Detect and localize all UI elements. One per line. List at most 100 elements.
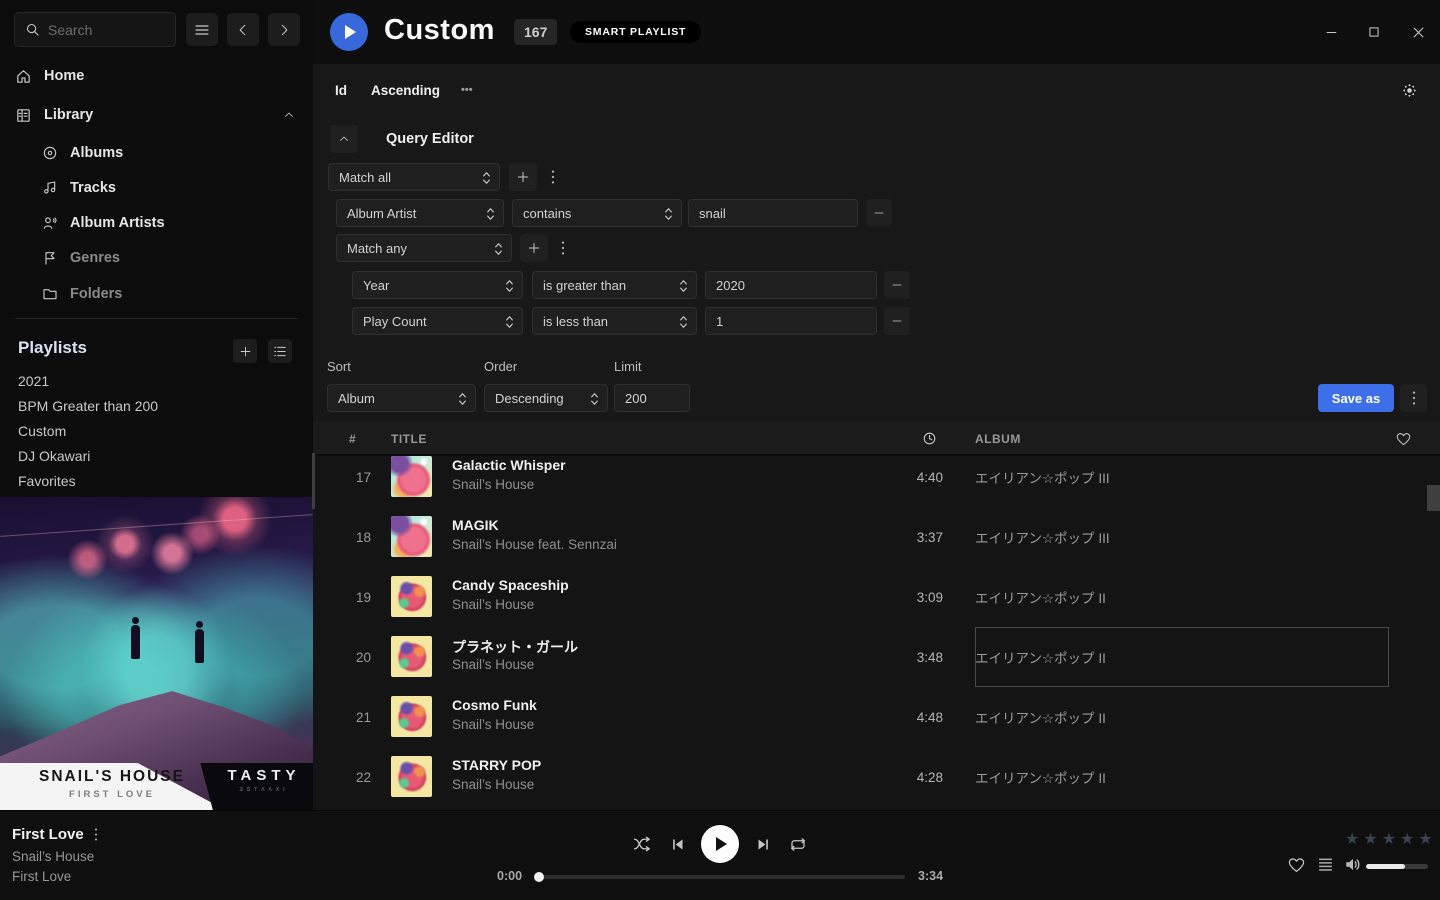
playlist-item-custom[interactable]: Custom: [18, 423, 66, 439]
play-playlist-button[interactable]: [330, 13, 368, 51]
playlist-item-dj-okawari[interactable]: DJ Okawari: [18, 448, 90, 464]
sidebar-item-album-artists[interactable]: Album Artists: [0, 206, 313, 240]
sidebar-scrollbar-thumb[interactable]: [312, 453, 315, 509]
table-row[interactable]: 21 Cosmo Funk Snail’s House 4:48 エイリアン☆ポ…: [313, 687, 1440, 747]
track-artist[interactable]: Snail’s House feat. Sennzai: [452, 537, 617, 552]
track-album[interactable]: エイリアン☆ポップ II: [975, 687, 1389, 747]
add-group-rule-button[interactable]: [520, 234, 548, 262]
window-minimize-button[interactable]: [1316, 17, 1346, 47]
rule1-field-select[interactable]: Album Artist: [336, 199, 504, 227]
now-playing-title[interactable]: First Love: [12, 826, 84, 843]
rule3-operator-select[interactable]: is less than: [532, 307, 697, 335]
sidebar-item-folders[interactable]: Folders: [0, 277, 313, 311]
more-options-button[interactable]: •••: [461, 64, 473, 116]
rule3-field-select[interactable]: Play Count: [352, 307, 523, 335]
window-close-button[interactable]: [1403, 17, 1433, 47]
table-scrollbar-thumb[interactable]: [1427, 485, 1440, 511]
column-header-duration[interactable]: [922, 421, 937, 456]
rule2-operator-select[interactable]: is greater than: [532, 271, 697, 299]
track-title[interactable]: Cosmo Funk: [452, 697, 537, 713]
group-menu-button[interactable]: [553, 234, 573, 262]
rule3-value-input[interactable]: 1: [705, 307, 877, 335]
table-row[interactable]: 22 STARRY POP Snail’s House 4:28 エイリアン☆ポ…: [313, 747, 1440, 807]
dots-vertical-icon[interactable]: [94, 827, 98, 842]
track-title[interactable]: MAGIK: [452, 517, 499, 533]
sidebar-item-home[interactable]: Home: [0, 59, 313, 93]
track-title[interactable]: Candy Spaceship: [452, 577, 569, 593]
mute-button[interactable]: [1344, 856, 1362, 873]
next-track-button[interactable]: [749, 830, 777, 858]
match-any-select[interactable]: Match any: [336, 234, 512, 262]
order-select[interactable]: Descending: [484, 384, 608, 412]
now-playing-artist[interactable]: Snail’s House: [12, 849, 94, 864]
table-row[interactable]: 17 Galactic Whisper Snail’s House 4:40 エ…: [313, 447, 1440, 507]
queue-button[interactable]: [1317, 857, 1334, 873]
previous-track-button[interactable]: [663, 830, 691, 858]
rule-group-menu-button[interactable]: [543, 163, 563, 191]
rule2-field-select[interactable]: Year: [352, 271, 523, 299]
menu-button[interactable]: [186, 13, 218, 46]
match-all-select[interactable]: Match all: [328, 163, 500, 191]
sidebar-item-library[interactable]: Library: [0, 98, 313, 132]
rule1-operator-select[interactable]: contains: [512, 199, 682, 227]
track-artist[interactable]: Snail’s House: [452, 597, 534, 612]
sidebar-item-albums[interactable]: Albums: [0, 136, 313, 170]
playlist-item-bpm[interactable]: BPM Greater than 200: [18, 398, 158, 414]
search-input[interactable]: Search: [14, 12, 176, 47]
track-album[interactable]: エイリアン☆ポップ III: [975, 447, 1389, 507]
track-artist[interactable]: Snail’s House: [452, 477, 534, 492]
playlist-list-options-button[interactable]: [268, 339, 292, 363]
window-maximize-button[interactable]: [1359, 17, 1389, 47]
table-row[interactable]: 18 MAGIK Snail’s House feat. Sennzai 3:3…: [313, 507, 1440, 567]
column-header-album[interactable]: ALBUM: [975, 421, 1021, 456]
rule1-remove-button[interactable]: [866, 199, 892, 227]
track-artist[interactable]: Snail’s House: [452, 717, 534, 732]
rule3-remove-button[interactable]: [884, 307, 910, 335]
track-title[interactable]: STARRY POP: [452, 757, 541, 773]
table-row[interactable]: 19 Candy Spaceship Snail’s House 3:09 エイ…: [313, 567, 1440, 627]
playlist-item-favorites[interactable]: Favorites: [18, 473, 76, 489]
sort-order-button[interactable]: Ascending: [371, 64, 440, 116]
track-album[interactable]: エイリアン☆ポップ II: [975, 747, 1389, 807]
now-playing-album[interactable]: First Love: [12, 869, 71, 884]
save-as-button[interactable]: Save as: [1318, 384, 1394, 412]
query-editor-collapse-button[interactable]: [330, 125, 358, 153]
sidebar-item-genres[interactable]: Genres: [0, 241, 313, 275]
repeat-button[interactable]: [784, 830, 812, 858]
play-pause-button[interactable]: [701, 825, 739, 863]
sort-field-button[interactable]: Id: [335, 64, 347, 116]
rating-stars[interactable]: ★★★★★: [1345, 829, 1437, 848]
seek-knob[interactable]: [534, 872, 544, 882]
playlist-item-2021[interactable]: 2021: [18, 373, 49, 389]
volume-slider[interactable]: [1366, 864, 1428, 869]
add-rule-button[interactable]: [509, 163, 537, 191]
track-album[interactable]: エイリアン☆ポップ II: [975, 567, 1389, 627]
column-header-favorite[interactable]: [1396, 421, 1411, 456]
track-title[interactable]: Galactic Whisper: [452, 457, 566, 473]
shuffle-button[interactable]: [628, 830, 656, 858]
settings-button[interactable]: [1401, 82, 1418, 99]
seek-bar[interactable]: [535, 875, 905, 879]
sidebar-item-tracks[interactable]: Tracks: [0, 171, 313, 205]
track-artist[interactable]: Snail’s House: [452, 657, 534, 672]
nav-forward-button[interactable]: [268, 13, 300, 46]
nav-back-button[interactable]: [227, 13, 259, 46]
rule1-value-input[interactable]: snail: [688, 199, 858, 227]
limit-input[interactable]: 200: [614, 384, 690, 412]
add-playlist-button[interactable]: [233, 339, 257, 363]
track-artist[interactable]: Snail’s House: [452, 777, 534, 792]
track-album[interactable]: エイリアン☆ポップ III: [975, 507, 1389, 567]
column-header-title[interactable]: TITLE: [391, 421, 427, 456]
track-album-focused-cell[interactable]: エイリアン☆ポップ II: [975, 627, 1389, 687]
close-icon: [1411, 25, 1426, 40]
query-menu-button[interactable]: [1400, 384, 1427, 412]
chevron-up-icon[interactable]: [283, 109, 295, 121]
column-header-index[interactable]: #: [349, 421, 356, 456]
rule2-value-input[interactable]: 2020: [705, 271, 877, 299]
favorite-button[interactable]: [1288, 857, 1305, 873]
table-row[interactable]: 20 プラネット・ガール Snail’s House 3:48 エイリアン☆ポッ…: [313, 627, 1440, 687]
sidebar-item-label: Library: [44, 107, 93, 123]
sort-select[interactable]: Album: [327, 384, 476, 412]
track-title[interactable]: プラネット・ガール: [452, 637, 578, 657]
rule2-remove-button[interactable]: [884, 271, 910, 299]
